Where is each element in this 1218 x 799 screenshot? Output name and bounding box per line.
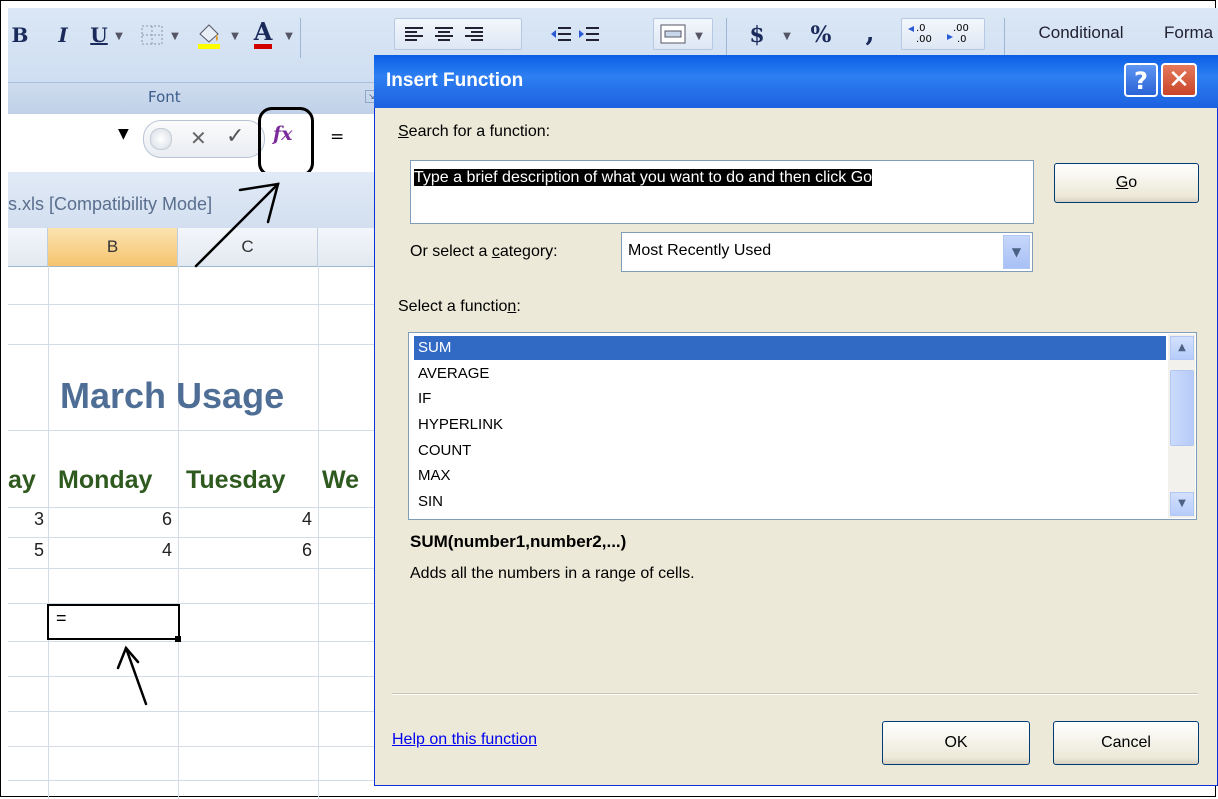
dialog-divider <box>392 693 1198 695</box>
align-center-icon <box>435 27 453 41</box>
select-label-post: : <box>516 298 521 315</box>
currency-dropdown-icon[interactable]: ▼ <box>780 24 794 48</box>
function-list-item-sin[interactable]: SIN <box>414 490 1166 514</box>
search-label-text: earch for a function: <box>408 123 551 140</box>
increase-indent-icon <box>579 27 599 41</box>
category-label-accel: c <box>491 243 500 260</box>
search-label-accel: S <box>398 123 409 140</box>
decrease-indent-icon <box>551 27 571 41</box>
merge-dropdown-icon[interactable]: ▼ <box>692 24 706 48</box>
go-button[interactable]: Go <box>1054 163 1199 203</box>
scroll-up-icon[interactable]: ▲ <box>1170 336 1194 360</box>
svg-text:.0: .0 <box>916 23 926 34</box>
help-on-function-link[interactable]: Help on this function <box>392 731 537 749</box>
merge-center-button[interactable] <box>658 22 688 46</box>
conditional-formatting-button[interactable]: Conditional <box>1016 18 1146 48</box>
go-label-text: o <box>1128 174 1138 191</box>
comma-button[interactable]: , <box>860 18 880 48</box>
search-label: Search for a function: <box>398 123 550 141</box>
align-left-icon <box>405 27 423 41</box>
category-select-value: Most Recently Used <box>628 242 772 259</box>
select-label-accel: n <box>507 298 517 315</box>
chevron-down-icon[interactable]: ▼ <box>1003 235 1030 269</box>
merge-center-icon <box>660 24 686 44</box>
increase-decimal-button[interactable]: .0.00 <box>905 20 941 46</box>
format-as-table-button[interactable]: Forma <box>1164 18 1218 48</box>
function-list-item-if[interactable]: IF <box>414 387 1166 411</box>
arrow-to-active-cell <box>116 645 148 706</box>
select-function-label: Select a function: <box>398 298 521 316</box>
svg-text:.00: .00 <box>916 34 932 45</box>
align-center-button[interactable] <box>432 22 456 46</box>
function-list-item-count[interactable]: COUNT <box>414 439 1166 463</box>
annotation-arrows <box>116 182 280 706</box>
align-left-button[interactable] <box>402 22 426 46</box>
category-label: Or select a category: <box>410 243 558 261</box>
category-label-post: ategory: <box>499 243 558 260</box>
ribbon-separator <box>726 18 727 58</box>
svg-text:.0: .0 <box>957 34 967 45</box>
ribbon-separator <box>1004 18 1005 58</box>
function-list-item-average[interactable]: AVERAGE <box>414 362 1166 386</box>
scroll-down-icon[interactable]: ▼ <box>1170 492 1194 516</box>
select-label-pre: Select a functio <box>398 298 508 315</box>
currency-button[interactable]: $ <box>746 20 768 50</box>
increase-indent-button[interactable] <box>576 22 602 46</box>
scroll-thumb[interactable] <box>1170 370 1194 446</box>
increase-decimal-icon: .0.00 <box>908 23 932 45</box>
align-right-button[interactable] <box>462 22 486 46</box>
dialog-title: Insert Function <box>386 70 524 91</box>
ok-button[interactable]: OK <box>882 721 1030 765</box>
category-label-pre: Or select a <box>410 243 492 260</box>
function-signature: SUM(number1,number2,...) <box>410 532 627 551</box>
percent-button[interactable]: % <box>808 20 834 50</box>
function-list-item-sum[interactable]: SUM <box>414 336 1166 360</box>
function-list-item-max[interactable]: MAX <box>414 464 1166 488</box>
align-right-icon <box>465 27 483 41</box>
decrease-decimal-icon: .00.0 <box>947 23 969 45</box>
function-list-item-hyperlink[interactable]: HYPERLINK <box>414 413 1166 437</box>
search-input-selected-text: Type a brief description of what you wan… <box>414 169 873 186</box>
svg-text:.00: .00 <box>953 23 969 34</box>
search-input-value: Type a brief description of what you wan… <box>414 167 1022 189</box>
decrease-indent-button[interactable] <box>548 22 574 46</box>
close-button[interactable]: ✕ <box>1161 63 1197 97</box>
go-label-accel: G <box>1115 174 1129 191</box>
cancel-button[interactable]: Cancel <box>1053 721 1199 765</box>
function-description: Adds all the numbers in a range of cells… <box>410 565 695 582</box>
help-button[interactable]: ? <box>1124 63 1158 97</box>
decrease-decimal-button[interactable]: .00.0 <box>944 20 980 46</box>
arrow-to-fx-icon <box>194 182 280 268</box>
